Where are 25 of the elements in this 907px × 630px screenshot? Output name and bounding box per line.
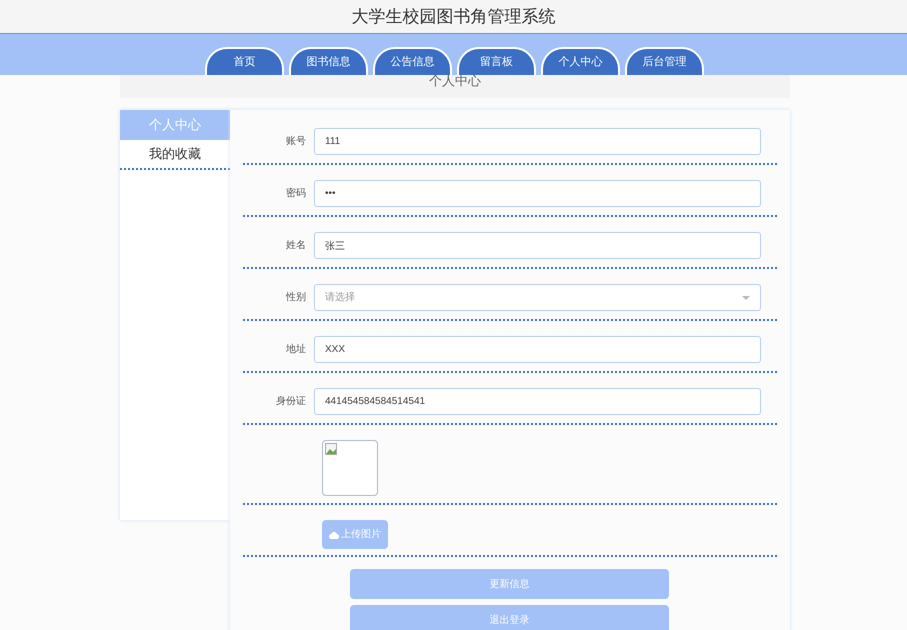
field-label: 身份证 — [275, 395, 307, 409]
nav-tab[interactable]: 图书信息 — [289, 47, 368, 75]
input-field[interactable]: 111 — [314, 128, 761, 155]
select-placeholder: 请选择 — [325, 290, 355, 305]
input-field[interactable]: XXX — [314, 336, 761, 363]
nav-tab[interactable]: 个人中心 — [541, 47, 620, 75]
input-field[interactable]: 441454584584514541 — [314, 388, 761, 415]
password-field[interactable]: ••• — [314, 180, 761, 207]
cloud-icon — [329, 530, 339, 538]
nav-tab[interactable]: 后台管理 — [625, 47, 704, 75]
select-field[interactable]: 请选择 — [314, 284, 761, 311]
field-label: 密码 — [285, 186, 307, 201]
field-label: 姓名 — [285, 239, 307, 253]
field-label: 性别 — [284, 290, 307, 305]
page-heading: 个人中心 — [429, 74, 481, 88]
broken-image-icon — [325, 443, 337, 455]
nav-tab[interactable]: 首页 — [205, 47, 284, 75]
field-label: 地址 — [285, 342, 307, 357]
site-title: 大学生校园图书角管理系统 — [352, 6, 556, 28]
sidebar-item[interactable]: 我的收藏 — [120, 140, 230, 170]
nav-tab[interactable]: 留言板 — [457, 47, 536, 75]
input-field[interactable]: 张三 — [314, 232, 761, 259]
caret-icon — [742, 296, 750, 300]
field-label: 账号 — [285, 134, 307, 149]
nav-tab[interactable]: 公告信息 — [373, 47, 452, 75]
